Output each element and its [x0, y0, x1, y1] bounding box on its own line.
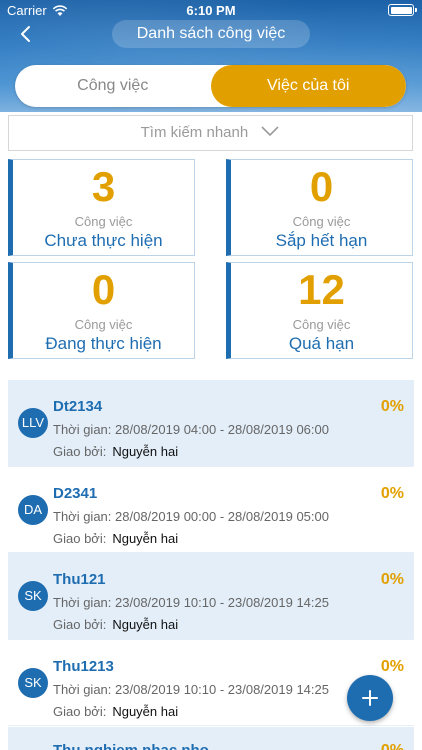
task-time-label: Thời gian: [53, 422, 112, 437]
task-time: Thời gian: 28/08/2019 00:00 - 28/08/2019… [53, 509, 329, 524]
task-time: Thời gian: 23/08/2019 10:10 - 23/08/2019… [53, 682, 329, 697]
task-title: Thu121 [53, 571, 106, 588]
task-by-label: Giao bởi: [53, 617, 107, 632]
stat-card-overdue[interactable]: 12 Công việc Quá hạn [226, 262, 413, 359]
task-title: Thu1213 [53, 657, 114, 675]
stat-status: Quá hạn [288, 334, 355, 353]
add-task-button[interactable] [347, 675, 393, 721]
avatar: LLV [18, 408, 48, 438]
task-assigned-by: Giao bởi: Nguyễn hai [53, 531, 178, 546]
task-assigned-by: Giao bởi: Nguyễn hai [53, 444, 178, 459]
task-time-label: Thời gian: [53, 681, 112, 697]
task-row[interactable]: LLV Dt2134 0% Thời gian: 28/08/2019 04:0… [8, 380, 414, 467]
stat-card-not-started[interactable]: 3 Công việc Chưa thực hiện [8, 159, 195, 256]
task-progress: 0% [380, 657, 404, 675]
quick-search-label: Tìm kiếm nhanh [140, 124, 249, 141]
stat-status: Sắp hết hạn [275, 231, 368, 250]
task-time-label: Thời gian: [53, 508, 112, 524]
tab-cong-viec[interactable]: Công việc [15, 65, 211, 107]
app-header: Carrier 6:10 PM Danh sách công việc Công… [0, 0, 422, 112]
task-assigned-by: Giao bởi: Nguyễn hai [53, 617, 178, 632]
status-bar: Carrier 6:10 PM [0, 0, 422, 20]
task-assigner: Nguyễn hai [112, 444, 179, 459]
task-progress: 0% [381, 742, 404, 750]
status-time: 6:10 PM [186, 3, 236, 18]
task-assigner: Nguyễn hai [112, 530, 179, 546]
tab-viec-cua-toi[interactable]: Việc của tôi [210, 65, 406, 107]
tab-segment: Công việc Việc của tôi [15, 65, 406, 107]
task-progress: 0% [380, 398, 404, 415]
task-time-label: Thời gian: [53, 595, 112, 610]
stat-value: 0 [309, 163, 334, 210]
task-progress: 0% [380, 484, 404, 502]
quick-search-dropdown[interactable]: Tìm kiếm nhanh [8, 115, 413, 151]
stat-caption: Công việc [292, 317, 351, 332]
stat-status: Đang thực hiện [45, 334, 162, 353]
chevron-down-icon [261, 126, 279, 137]
stat-value: 12 [298, 266, 345, 313]
task-by-label: Giao bởi: [53, 703, 107, 719]
task-assigned-by: Giao bởi: Nguyễn hai [53, 704, 178, 719]
stat-caption: Công việc [74, 317, 133, 332]
stat-caption: Công việc [74, 214, 133, 229]
task-time-value: 23/08/2019 10:10 - 23/08/2019 14:25 [115, 595, 329, 610]
stat-status: Chưa thực hiện [44, 231, 163, 250]
task-title: Thu nghiem nhac nho [53, 742, 209, 750]
task-assigner: Nguyễn hai [112, 617, 179, 632]
task-title: D2341 [53, 484, 98, 502]
stat-card-in-progress[interactable]: 0 Công việc Đang thực hiện [8, 262, 195, 359]
task-time-value: 23/08/2019 10:10 - 23/08/2019 14:25 [115, 681, 329, 697]
chevron-left-icon[interactable] [12, 20, 42, 50]
task-row[interactable]: DA D2341 0% Thời gian: 28/08/2019 00:00 … [8, 466, 414, 553]
task-assigner: Nguyễn hai [112, 703, 179, 719]
avatar: DA [18, 494, 48, 525]
stat-value: 3 [91, 163, 116, 210]
stat-caption: Công việc [292, 214, 351, 229]
stat-card-due-soon[interactable]: 0 Công việc Sắp hết hạn [226, 159, 413, 256]
battery-icon [388, 4, 417, 16]
task-time: Thời gian: 28/08/2019 04:00 - 28/08/2019… [53, 422, 329, 437]
page-title: Danh sách công việc [112, 20, 310, 48]
plus-icon [362, 690, 378, 706]
task-time-value: 28/08/2019 04:00 - 28/08/2019 06:00 [115, 422, 329, 437]
task-row[interactable]: Thu nghiem nhac nho 0% [8, 727, 414, 750]
stat-value: 0 [91, 266, 116, 313]
task-row[interactable]: SK Thu121 0% Thời gian: 23/08/2019 10:10… [8, 553, 414, 640]
task-by-label: Giao bởi: [53, 444, 107, 459]
task-by-label: Giao bởi: [53, 530, 107, 546]
task-title: Dt2134 [53, 398, 103, 415]
avatar: SK [18, 667, 48, 698]
avatar: SK [18, 581, 48, 611]
task-progress: 0% [380, 571, 404, 588]
task-time-value: 28/08/2019 00:00 - 28/08/2019 05:00 [115, 508, 329, 524]
task-time: Thời gian: 23/08/2019 10:10 - 23/08/2019… [53, 595, 329, 610]
